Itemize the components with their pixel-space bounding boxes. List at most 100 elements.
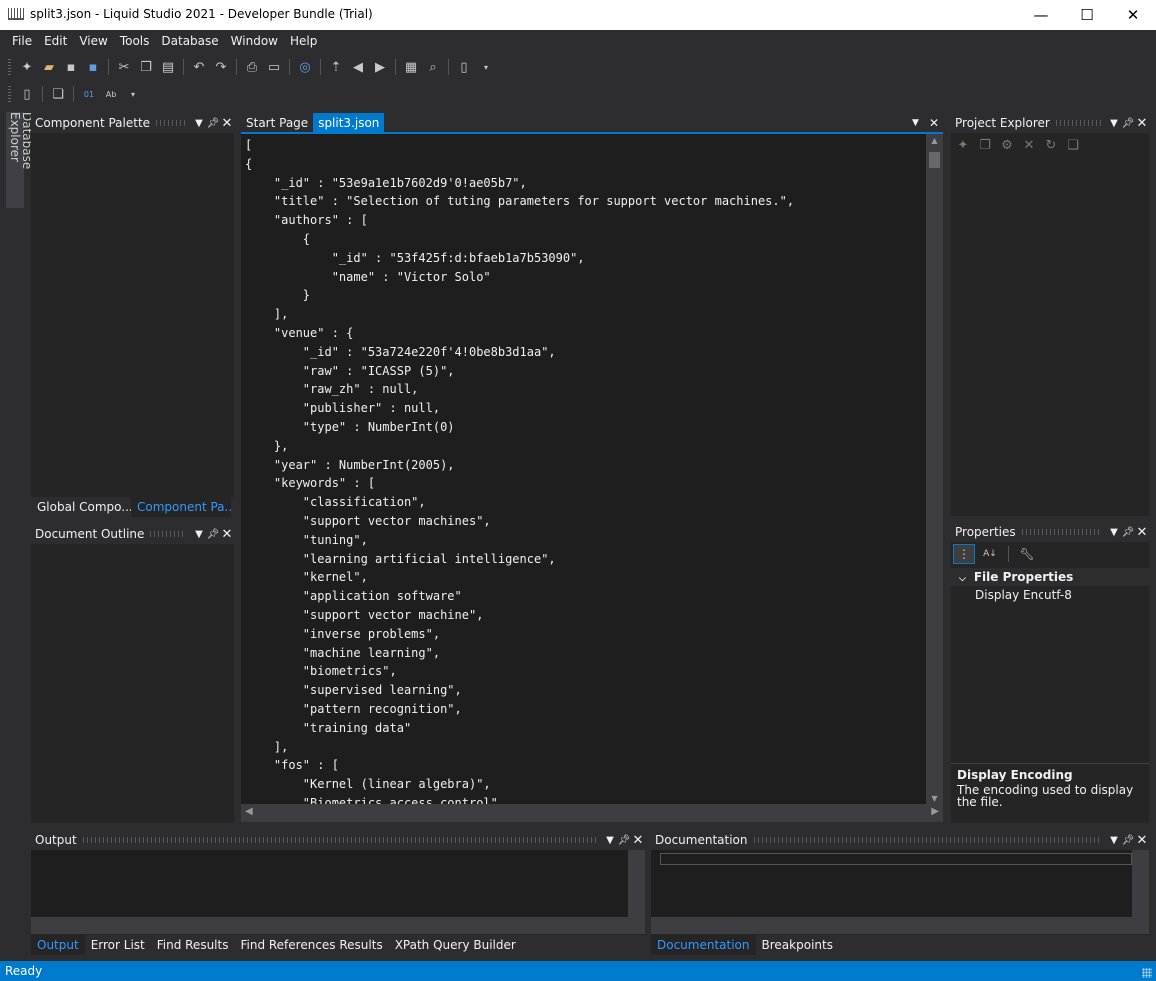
vertical-scrollbar[interactable]: ▲ ▼: [926, 134, 943, 806]
toolbar-overflow-icon[interactable]: ▾: [123, 84, 143, 104]
menu-tools[interactable]: Tools: [114, 30, 156, 52]
add-existing-item-icon[interactable]: ❐: [975, 135, 995, 155]
tab-component-palette[interactable]: Component Pa...: [131, 497, 231, 517]
minimize-button[interactable]: —: [1018, 0, 1064, 30]
chevron-down-icon[interactable]: ▼: [907, 113, 924, 132]
undo-icon[interactable]: ↶: [189, 57, 209, 77]
code-line[interactable]: "biometrics",: [245, 662, 926, 681]
code-line[interactable]: "supervised learning",: [245, 681, 926, 700]
close-icon[interactable]: ✕: [924, 113, 944, 132]
tab-find-references-results[interactable]: Find References Results: [234, 935, 388, 955]
property-value[interactable]: utf-8: [1044, 586, 1072, 604]
print-preview-icon[interactable]: ▭: [264, 57, 284, 77]
tab-global-components[interactable]: Global Compo...: [31, 497, 131, 517]
remove-icon[interactable]: ✕: [1019, 135, 1039, 155]
documentation-field[interactable]: [660, 853, 1132, 865]
property-pages-icon[interactable]: 🔧︎: [1016, 544, 1038, 564]
code-line[interactable]: },: [245, 437, 926, 456]
categorized-icon[interactable]: ⋮: [953, 544, 975, 564]
scroll-left-icon[interactable]: ◀: [245, 806, 253, 817]
code-area[interactable]: [{ "_id" : "53e9a1e1b7602d9'0!ae05b7", "…: [241, 134, 926, 806]
vertical-scrollbar[interactable]: [628, 850, 645, 934]
code-line[interactable]: "authors" : [: [245, 211, 926, 230]
collapse-all-icon[interactable]: ❏: [1063, 135, 1083, 155]
scroll-right-icon[interactable]: ▶: [931, 806, 939, 817]
open-folder-icon[interactable]: ▰: [39, 57, 59, 77]
code-line[interactable]: "raw" : "ICASSP (5)",: [245, 362, 926, 381]
code-line[interactable]: "publisher" : null,: [245, 399, 926, 418]
cut-icon[interactable]: ✂: [114, 57, 134, 77]
pin-icon[interactable]: 📌︎: [206, 529, 220, 540]
json-editor[interactable]: [{ "_id" : "53e9a1e1b7602d9'0!ae05b7", "…: [241, 132, 943, 822]
toolbar-overflow-icon[interactable]: ▾: [476, 57, 496, 77]
code-line[interactable]: "_id" : "53a724e220f'4!0be8b3d1aa",: [245, 343, 926, 362]
tab-find-results[interactable]: Find Results: [151, 935, 235, 955]
code-line[interactable]: "title" : "Selection of tuting parameter…: [245, 192, 926, 211]
tab-error-list[interactable]: Error List: [85, 935, 151, 955]
tab-split3-json[interactable]: split3.json: [313, 113, 385, 132]
new-file-icon[interactable]: ✦: [17, 57, 37, 77]
redo-icon[interactable]: ↷: [211, 57, 231, 77]
panel-grip[interactable]: [82, 837, 597, 843]
code-line[interactable]: "name" : "Victor Solo": [245, 268, 926, 287]
code-line[interactable]: "training data": [245, 719, 926, 738]
property-category[interactable]: ⌵ File Properties: [951, 568, 1149, 586]
horizontal-scrollbar[interactable]: ◀ ▶: [241, 804, 943, 822]
code-line[interactable]: ],: [245, 305, 926, 324]
pin-icon[interactable]: 📌︎: [206, 118, 220, 129]
tab-output[interactable]: Output: [31, 935, 85, 955]
menu-file[interactable]: File: [6, 30, 38, 52]
tab-breakpoints[interactable]: Breakpoints: [756, 935, 839, 955]
chevron-down-icon[interactable]: ▼: [1107, 835, 1121, 846]
code-line[interactable]: "pattern recognition",: [245, 700, 926, 719]
tab-start-page[interactable]: Start Page: [241, 113, 313, 132]
pointer-icon[interactable]: ⇡: [326, 57, 346, 77]
code-line[interactable]: "raw_zh" : null,: [245, 380, 926, 399]
code-line[interactable]: "support vector machine",: [245, 606, 926, 625]
copy-icon[interactable]: ❐: [136, 57, 156, 77]
code-line[interactable]: "year" : NumberInt(2005),: [245, 456, 926, 475]
close-icon[interactable]: ✕: [1135, 525, 1149, 540]
code-line[interactable]: "_id" : "53e9a1e1b7602d9'0!ae05b7",: [245, 174, 926, 193]
close-icon[interactable]: ✕: [1135, 833, 1149, 848]
horizontal-scrollbar[interactable]: [31, 917, 628, 934]
navigate-back-icon[interactable]: ◀: [348, 57, 368, 77]
code-line[interactable]: "fos" : [: [245, 756, 926, 775]
close-icon[interactable]: ✕: [1135, 116, 1149, 131]
code-line[interactable]: {: [245, 230, 926, 249]
chevron-down-icon[interactable]: ▼: [192, 529, 206, 540]
panel-grip[interactable]: [1021, 529, 1101, 535]
code-line[interactable]: ],: [245, 738, 926, 757]
code-line[interactable]: "inverse problems",: [245, 625, 926, 644]
horizontal-scrollbar[interactable]: [651, 917, 1132, 934]
code-line[interactable]: "support vector machines",: [245, 512, 926, 531]
vertical-scrollbar[interactable]: [1132, 850, 1149, 934]
menu-edit[interactable]: Edit: [38, 30, 73, 52]
collapse-icon[interactable]: ⌵: [959, 574, 966, 584]
documentation-text-area[interactable]: [651, 850, 1149, 934]
add-folder-icon[interactable]: ⚙: [997, 135, 1017, 155]
code-line[interactable]: "Kernel (linear algebra)",: [245, 775, 926, 794]
paste-icon[interactable]: ▤: [158, 57, 178, 77]
code-line[interactable]: {: [245, 155, 926, 174]
property-row-display-encoding[interactable]: Display Encoding utf-8: [951, 586, 1149, 604]
code-line[interactable]: }: [245, 286, 926, 305]
chevron-down-icon[interactable]: ▼: [1107, 118, 1121, 129]
panel-grip[interactable]: [156, 120, 186, 126]
code-line[interactable]: "venue" : {: [245, 324, 926, 343]
menu-window[interactable]: Window: [225, 30, 284, 52]
code-line[interactable]: "machine learning",: [245, 644, 926, 663]
alphabetical-icon[interactable]: A↓: [979, 544, 1001, 564]
layout-icon[interactable]: ▯: [454, 57, 474, 77]
bookmark-icon[interactable]: ▦: [401, 57, 421, 77]
add-new-item-icon[interactable]: ✦: [953, 135, 973, 155]
print-icon[interactable]: ⎙: [242, 57, 262, 77]
maximize-button[interactable]: ☐: [1064, 0, 1110, 30]
panel-grip[interactable]: [1055, 120, 1101, 126]
refresh-icon[interactable]: ↻: [1041, 135, 1061, 155]
menu-database[interactable]: Database: [155, 30, 224, 52]
menu-help[interactable]: Help: [284, 30, 323, 52]
code-line[interactable]: "kernel",: [245, 568, 926, 587]
pin-icon[interactable]: 📌︎: [1121, 527, 1135, 538]
chevron-down-icon[interactable]: ▼: [1107, 527, 1121, 538]
